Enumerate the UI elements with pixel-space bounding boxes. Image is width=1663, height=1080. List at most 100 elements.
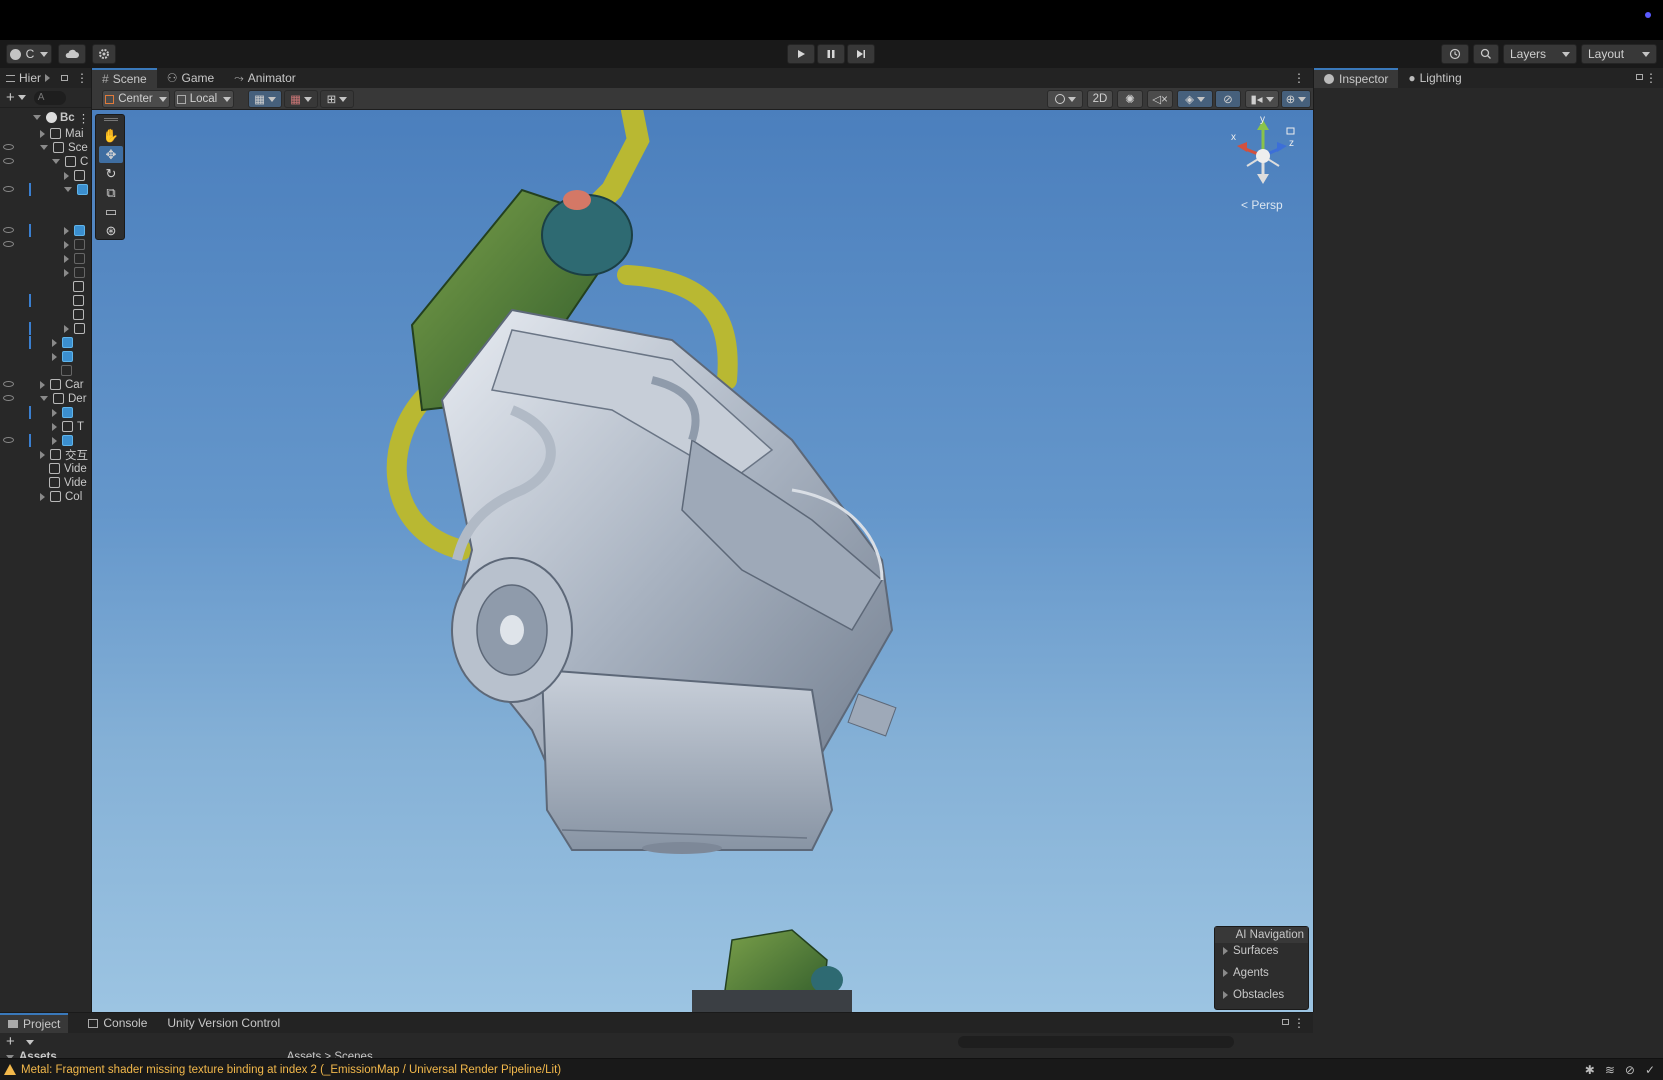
chevron-down-icon[interactable] [64,187,72,192]
toggle-2d-button[interactable]: 2D [1087,90,1113,108]
tab-console[interactable]: Console [78,1013,157,1033]
visibility-eye-icon[interactable] [3,395,14,401]
palette-grip[interactable] [104,118,118,121]
hierarchy-item[interactable] [64,237,89,252]
play-button[interactable] [787,44,815,64]
pause-button[interactable] [817,44,845,64]
ai-nav-obstacles[interactable]: Obstacles [1223,989,1284,1001]
more-icon[interactable]: ⋮ [1293,71,1305,85]
effects-dropdown[interactable]: ◈ [1177,90,1213,108]
hierarchy-item[interactable] [64,265,89,280]
chevron-right-icon[interactable] [52,352,57,361]
move-tool-button[interactable]: ✥ [99,146,123,163]
search-button[interactable] [1473,44,1499,64]
hierarchy-item[interactable]: Sce [40,140,88,155]
bug-icon[interactable]: ✱ [1585,1063,1595,1077]
chevron-right-icon[interactable] [64,240,69,249]
chevron-right-icon[interactable] [64,268,69,277]
layout-dropdown[interactable]: Layout [1581,44,1657,64]
hierarchy-item[interactable]: Mai [40,126,84,141]
visibility-eye-icon[interactable] [3,381,14,387]
visibility-eye-icon[interactable] [3,186,14,192]
lock-icon[interactable] [61,75,69,81]
hierarchy-item[interactable]: Der [40,391,87,406]
add-icon[interactable]: + [6,89,15,106]
hand-tool-button[interactable]: ✋ [99,127,123,144]
status-warning[interactable]: Metal: Fragment shader missing texture b… [4,1064,561,1076]
space-dropdown[interactable]: Local [174,90,234,108]
project-search-input[interactable] [958,1036,1234,1048]
tab-game[interactable]: ⚇ Game [157,68,224,88]
hierarchy-item[interactable]: C [52,154,88,169]
hierarchy-tab[interactable]: Hier ⋮ [0,68,91,88]
scene-viewport[interactable]: ✋ ✥ ↻ ⧉ ▭ ⊛ x y z < Persp AI Navigation … [92,110,1313,1012]
chevron-right-icon[interactable] [52,422,57,431]
grid-visibility-toggle[interactable]: ▦ [284,90,318,108]
tab-scene[interactable]: # Scene [92,68,157,88]
check-circle-icon[interactable]: ✓ [1645,1063,1655,1077]
visibility-eye-icon[interactable] [3,158,14,164]
layers-dropdown[interactable]: Layers [1503,44,1577,64]
chevron-right-icon[interactable] [40,129,45,138]
rect-tool-button[interactable]: ▭ [99,203,123,220]
hierarchy-item[interactable] [64,279,88,294]
visibility-eye-icon[interactable] [3,241,14,247]
tab-inspector[interactable]: Inspector [1314,68,1399,88]
increment-snap-toggle[interactable]: ⊞ [320,90,354,108]
history-button[interactable] [1441,44,1469,64]
chevron-down-icon[interactable] [40,396,48,401]
chevron-right-icon[interactable] [52,338,57,347]
camera-dropdown[interactable]: ▮◂ [1245,90,1279,108]
hierarchy-item[interactable] [64,223,89,238]
hierarchy-item[interactable] [64,293,88,308]
engine-model[interactable] [92,110,1313,1012]
rotate-tool-button[interactable]: ↻ [99,165,123,182]
visibility-eye-icon[interactable] [3,227,14,233]
hierarchy-item[interactable]: Vide [40,461,87,476]
account-button[interactable]: C [6,44,52,64]
chevron-right-icon[interactable] [40,450,45,459]
tab-project[interactable]: Project [0,1013,69,1033]
tab-lighting[interactable]: ● Lighting [1398,68,1471,88]
hierarchy-root[interactable]: Bc ⋮ [33,110,89,125]
chevron-down-icon[interactable] [17,95,26,100]
lock-icon[interactable] [1636,74,1643,80]
hierarchy-item[interactable] [52,349,77,364]
projection-label[interactable]: < Persp [1241,198,1283,212]
lighting-toggle[interactable]: ✺ [1117,90,1143,108]
chevron-right-icon[interactable] [64,254,69,263]
chevron-right-icon[interactable] [64,226,69,235]
network-off-icon[interactable]: ⊘ [1625,1063,1635,1077]
step-button[interactable] [847,44,875,64]
hierarchy-item[interactable]: Col [40,489,82,504]
tab-animator[interactable]: ⤳ Animator [224,68,306,88]
chevron-right-icon[interactable] [52,436,57,445]
hidden-objects-toggle[interactable]: ⊘ [1215,90,1241,108]
hierarchy-item[interactable] [52,405,77,420]
hierarchy-item[interactable] [52,335,77,350]
chevron-right-icon[interactable] [40,380,45,389]
chevron-right-icon[interactable] [40,492,45,501]
transform-tool-button[interactable]: ⊛ [99,222,123,239]
hierarchy-item[interactable]: 交互 [40,447,88,462]
chevron-down-icon[interactable] [40,145,48,150]
more-icon[interactable]: ⋮ [1293,1016,1305,1030]
hierarchy-item[interactable] [64,321,89,336]
hierarchy-item[interactable] [64,251,89,266]
add-icon[interactable]: + [6,1033,15,1050]
chevron-right-icon[interactable] [64,171,69,180]
ai-navigation-header[interactable]: AI Navigation [1215,927,1308,943]
hierarchy-item[interactable] [64,168,89,183]
hierarchy-item[interactable] [52,363,76,378]
more-icon[interactable]: ⋮ [78,111,90,125]
audio-toggle[interactable]: ◁× [1147,90,1173,108]
hierarchy-item[interactable]: T [52,419,84,434]
draw-mode-dropdown[interactable] [1047,90,1083,108]
ai-nav-agents[interactable]: Agents [1223,967,1269,979]
chevron-down-icon[interactable] [52,159,60,164]
hierarchy-item[interactable]: Car [40,377,84,392]
hierarchy-item[interactable] [64,182,91,197]
tab-version-control[interactable]: Unity Version Control [157,1013,290,1033]
hierarchy-item[interactable] [64,307,88,322]
hierarchy-search-input[interactable]: A [33,90,66,105]
